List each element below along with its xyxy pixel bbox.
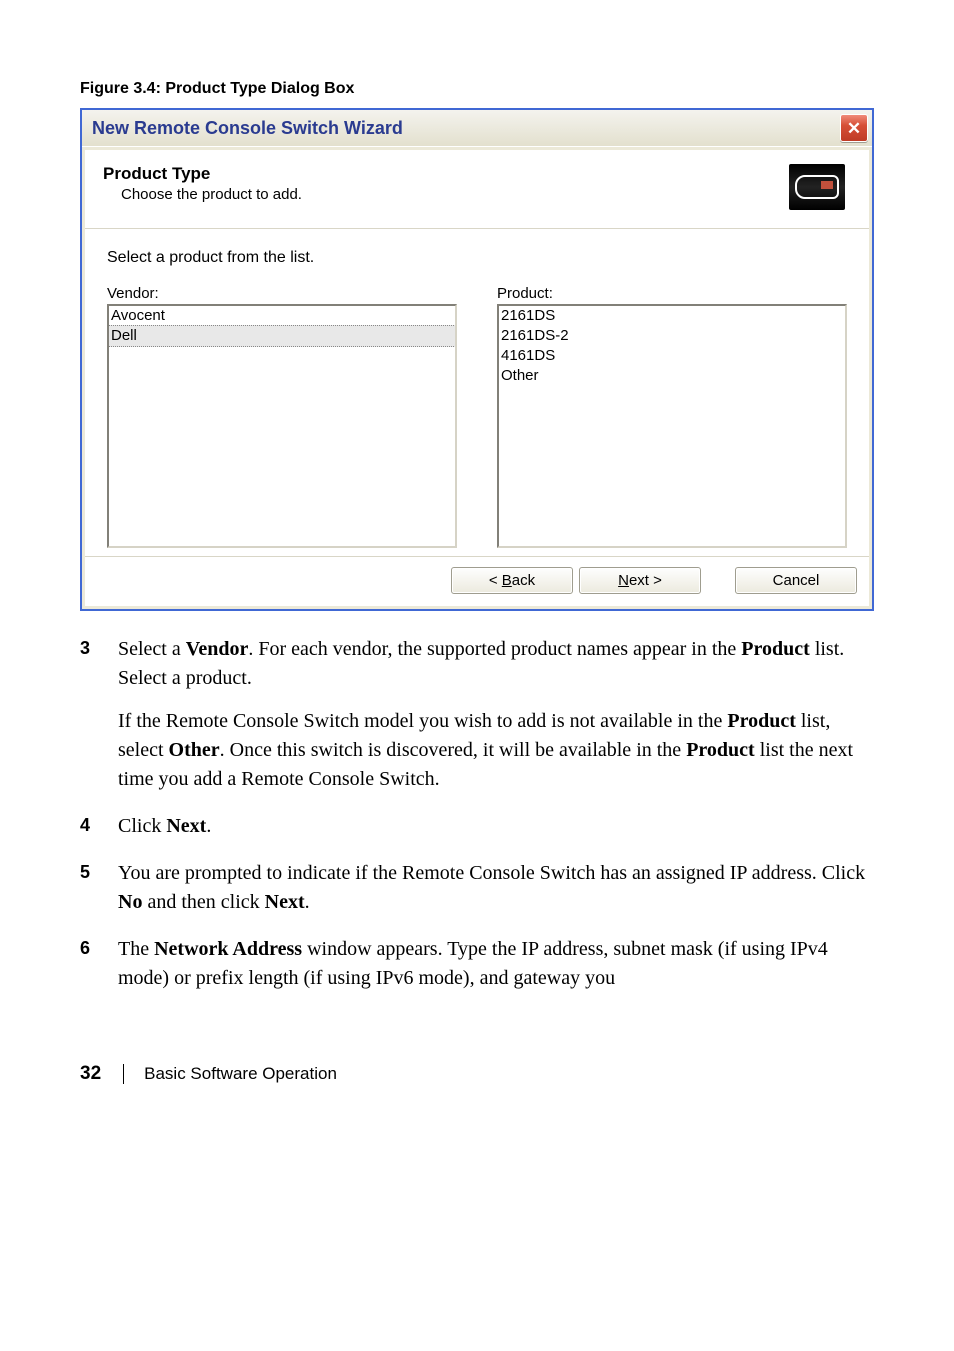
back-button-underline: B bbox=[502, 572, 512, 589]
dialog-footer: < Back Next > Cancel bbox=[85, 557, 869, 606]
footer-section: Basic Software Operation bbox=[123, 1064, 337, 1084]
next-button-post: ext > bbox=[629, 572, 662, 589]
figure-caption: Figure 3.4: Product Type Dialog Box bbox=[80, 80, 874, 98]
dialog-window: New Remote Console Switch Wizard ✕ Produ… bbox=[80, 108, 874, 611]
vendor-listbox[interactable]: Avocent Dell bbox=[107, 304, 457, 548]
dialog-title-bar: New Remote Console Switch Wizard ✕ bbox=[82, 110, 872, 147]
product-listbox[interactable]: 2161DS 2161DS-2 4161DS Other bbox=[497, 304, 847, 548]
list-item[interactable]: 4161DS bbox=[499, 346, 845, 366]
step-text: Select a Vendor. For each vendor, the su… bbox=[118, 635, 874, 794]
list-item[interactable]: Dell bbox=[108, 325, 456, 347]
dialog-title: New Remote Console Switch Wizard bbox=[92, 118, 403, 139]
dialog-header-subtitle: Choose the product to add. bbox=[103, 186, 302, 203]
dialog-body: Product Type Choose the product to add. … bbox=[85, 150, 869, 606]
list-item[interactable]: 2161DS bbox=[499, 306, 845, 326]
page-footer: 32 Basic Software Operation bbox=[80, 1063, 874, 1085]
list-item[interactable]: 2161DS-2 bbox=[499, 326, 845, 346]
step-number: 4 bbox=[80, 812, 118, 841]
back-button-pre: < bbox=[489, 572, 502, 589]
back-button-post: ack bbox=[512, 572, 535, 589]
dialog-header-title: Product Type bbox=[103, 164, 302, 184]
next-button-underline: N bbox=[618, 572, 629, 589]
next-button[interactable]: Next > bbox=[579, 567, 701, 594]
step-number: 6 bbox=[80, 935, 118, 993]
product-label: Product: bbox=[497, 285, 847, 302]
dialog-header-section: Product Type Choose the product to add. bbox=[85, 150, 869, 229]
cancel-button[interactable]: Cancel bbox=[735, 567, 857, 594]
switch-device-icon bbox=[789, 164, 845, 210]
vendor-label: Vendor: bbox=[107, 285, 457, 302]
step-text: You are prompted to indicate if the Remo… bbox=[118, 859, 874, 917]
step-text: The Network Address window appears. Type… bbox=[118, 935, 874, 993]
close-button[interactable]: ✕ bbox=[840, 114, 868, 142]
page-number: 32 bbox=[80, 1063, 101, 1085]
list-item[interactable]: Avocent bbox=[109, 306, 455, 326]
list-item[interactable]: Other bbox=[499, 366, 845, 386]
close-icon: ✕ bbox=[847, 120, 861, 137]
back-button[interactable]: < Back bbox=[451, 567, 573, 594]
dialog-instruction: Select a product from the list. bbox=[107, 249, 847, 267]
step-number: 3 bbox=[80, 635, 118, 794]
step-number: 5 bbox=[80, 859, 118, 917]
step-text: Click Next. bbox=[118, 812, 211, 841]
